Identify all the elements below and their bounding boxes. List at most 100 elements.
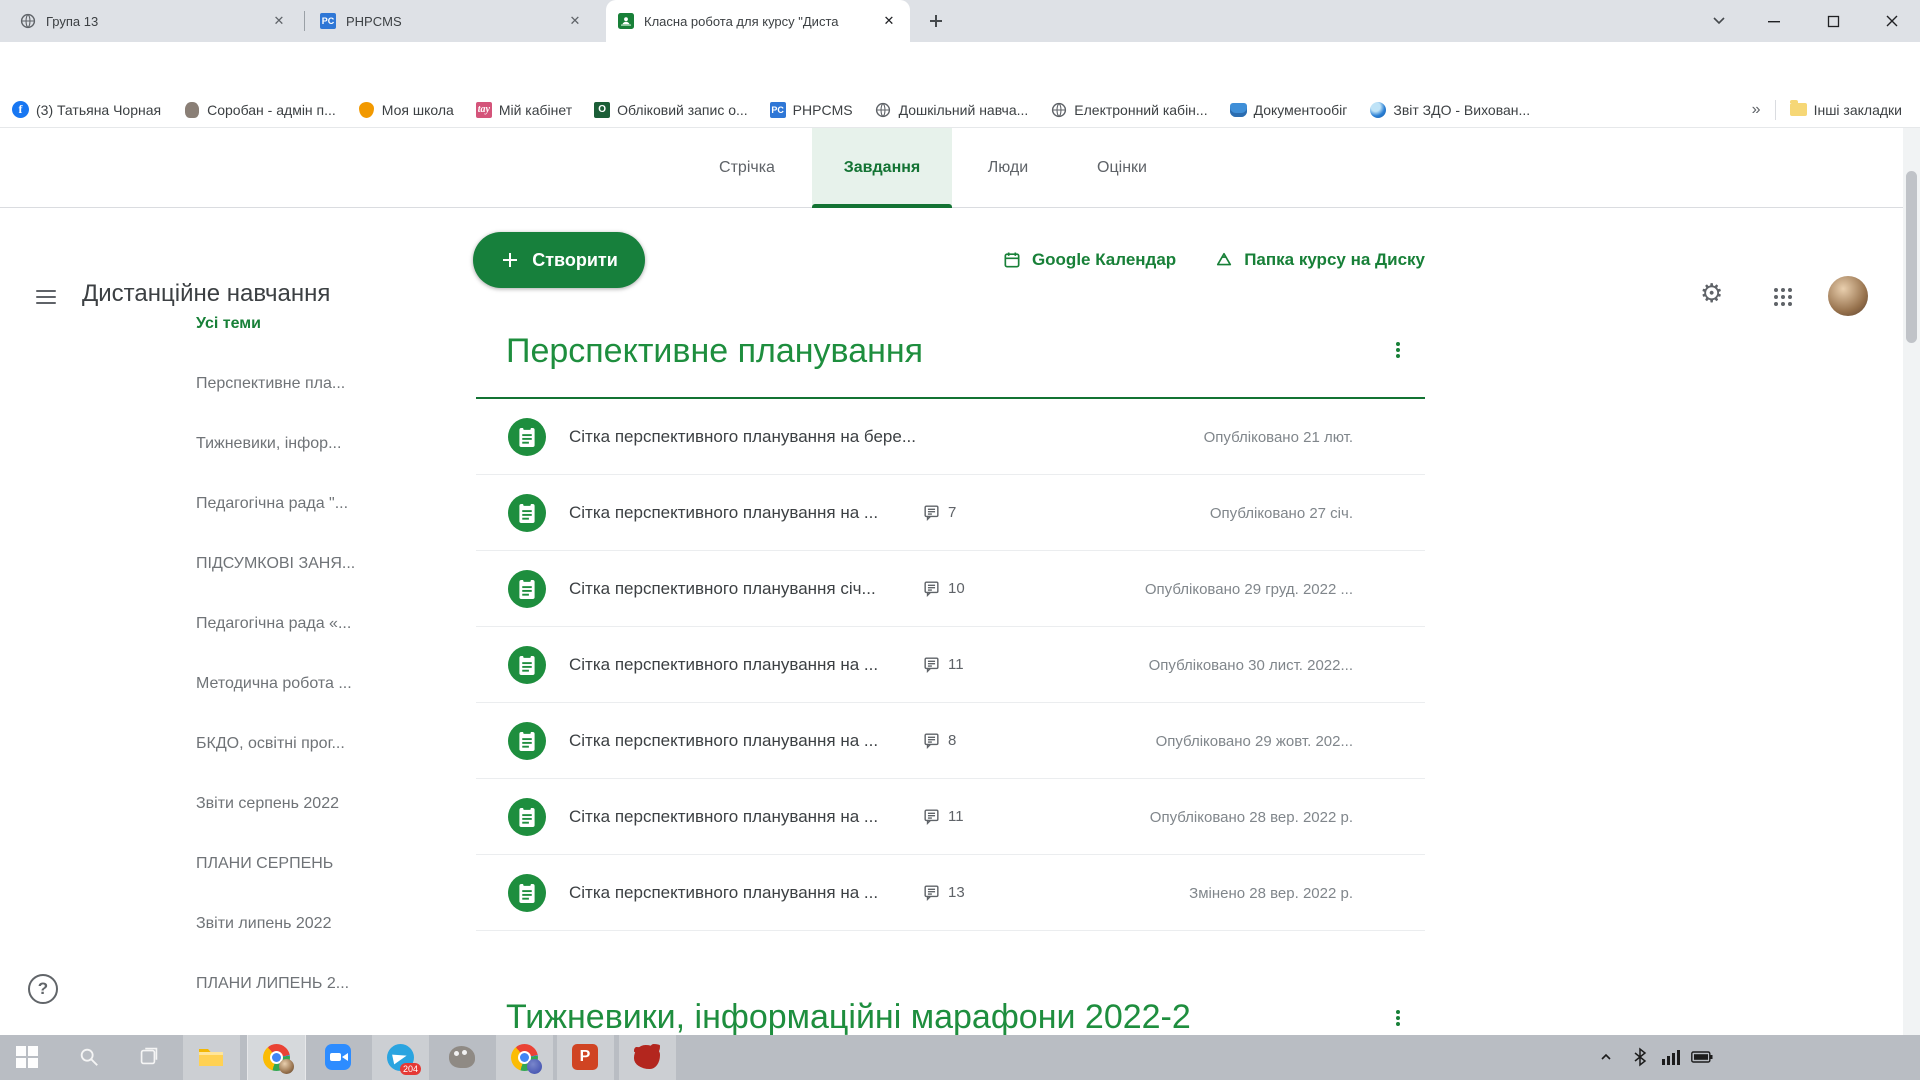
window-maximize-button[interactable]: [1810, 0, 1856, 42]
zoom-camera-icon: [325, 1044, 351, 1070]
sidebar-topic[interactable]: Педагогічна рада «...: [196, 615, 351, 639]
help-button[interactable]: ?: [28, 974, 58, 1004]
window-minimize-button[interactable]: [1751, 0, 1797, 42]
sidebar-topic[interactable]: ПЛАНИ СЕРПЕНЬ: [196, 855, 333, 879]
paint-splatter-icon: [634, 1045, 660, 1069]
bookmark-docflow[interactable]: Документообіг: [1230, 101, 1348, 118]
sidebar-topic[interactable]: Педагогічна рада "...: [196, 495, 348, 519]
account-avatar[interactable]: [1828, 276, 1868, 316]
tab-people[interactable]: Люди: [956, 128, 1060, 208]
assignment-row[interactable]: Сітка перспективного планування на ... 8…: [476, 703, 1425, 779]
classroom-favicon: [618, 13, 634, 29]
sidebar-topic[interactable]: Звіти серпень 2022: [196, 795, 339, 819]
profile-badge-icon: [527, 1059, 542, 1074]
start-button[interactable]: [13, 1043, 41, 1071]
bookmark-preschool[interactable]: Дошкільний навча...: [875, 101, 1029, 118]
page-scrollbar[interactable]: [1903, 128, 1920, 1035]
tab-close-icon[interactable]: ✕: [270, 12, 288, 30]
scrollbar-thumb[interactable]: [1906, 171, 1917, 343]
tab-classwork[interactable]: Завдання: [812, 128, 952, 208]
sidebar-topic[interactable]: ПЛАНИ ЛИПЕНЬ 2...: [196, 975, 349, 999]
tab-title: PHPCMS: [346, 14, 556, 29]
zoom-app-button[interactable]: [324, 1043, 352, 1071]
comments-icon: [922, 883, 941, 902]
comments-icon: [922, 655, 941, 674]
assignment-row[interactable]: Сітка перспективного планування січ... 1…: [476, 551, 1425, 627]
chrome-profile1-button[interactable]: [262, 1043, 290, 1071]
assignment-icon: [508, 722, 546, 760]
tab-grades[interactable]: Оцінки: [1064, 128, 1180, 208]
create-button[interactable]: Створити: [473, 232, 645, 288]
assignment-row[interactable]: Сітка перспективного планування на ... 1…: [476, 855, 1425, 931]
chrome-profile2-button[interactable]: [510, 1043, 538, 1071]
window-close-button[interactable]: [1869, 0, 1915, 42]
main-menu-button[interactable]: [36, 286, 56, 306]
battery-tray-button[interactable]: [1690, 1047, 1714, 1067]
browser-tab-active[interactable]: Класна робота для курсу "Диста ✕: [606, 0, 910, 42]
tray-expand-button[interactable]: [1596, 1047, 1616, 1067]
tab-search-button[interactable]: [1696, 0, 1742, 42]
tab-close-icon[interactable]: ✕: [880, 12, 898, 30]
file-explorer-icon: [197, 1045, 225, 1069]
battery-icon: [1691, 1051, 1713, 1063]
folder-icon: [1790, 101, 1807, 118]
assignments-list: Сітка перспективного планування на бере.…: [476, 399, 1425, 931]
taskbar-search-button[interactable]: [75, 1043, 103, 1071]
bookmark-zdo-report[interactable]: Звіт ЗДО - Вихован...: [1369, 101, 1530, 118]
task-view-button[interactable]: [134, 1043, 162, 1071]
new-tab-button[interactable]: [922, 7, 950, 35]
bookmark-account[interactable]: OОбліковий запис о...: [594, 102, 748, 118]
sidebar-topic[interactable]: Методична робота ...: [196, 675, 352, 699]
tab-stream[interactable]: Стрічка: [688, 128, 806, 208]
sidebar-item-all-topics[interactable]: Усі теми: [196, 315, 261, 339]
browser-tab-1[interactable]: Група 13 ✕: [8, 0, 300, 42]
sidebar-topic[interactable]: Перспективне пла...: [196, 375, 345, 399]
google-apps-grid-icon[interactable]: [1774, 288, 1778, 292]
bookmark-ecabinet[interactable]: Електронний кабін...: [1050, 101, 1207, 118]
file-explorer-button[interactable]: [197, 1043, 225, 1071]
sidebar-topic[interactable]: Звіти липень 2022: [196, 915, 331, 939]
bluetooth-tray-button[interactable]: [1629, 1045, 1651, 1069]
settings-gear-icon[interactable]: ⚙: [1700, 280, 1723, 306]
comments-icon: [922, 579, 941, 598]
assignment-row[interactable]: Сітка перспективного планування на бере.…: [476, 399, 1425, 475]
gimp-button[interactable]: [448, 1043, 476, 1071]
section-menu-icon[interactable]: [1386, 338, 1410, 362]
telegram-button[interactable]: 204: [386, 1043, 414, 1071]
bookmark-facebook[interactable]: f(3) Татьяна Чорная: [12, 101, 161, 118]
network-tray-button[interactable]: [1660, 1047, 1682, 1067]
profile-badge-avatar: [279, 1059, 294, 1074]
assignment-row[interactable]: Сітка перспективного планування на ... 1…: [476, 627, 1425, 703]
school-shield-icon: [358, 101, 375, 118]
sidebar-topic[interactable]: Тижневики, інфор...: [196, 435, 341, 459]
powerpoint-button[interactable]: P: [571, 1043, 599, 1071]
tab-title: Група 13: [46, 14, 260, 29]
assignment-row[interactable]: Сітка перспективного планування на ... 1…: [476, 779, 1425, 855]
bookmark-soroban[interactable]: Соробан - адмін п...: [183, 101, 336, 118]
google-calendar-link[interactable]: Google Календар: [1002, 250, 1176, 270]
search-icon: [78, 1046, 100, 1068]
assignment-icon: [508, 418, 546, 456]
bookmarks-overflow-chevron[interactable]: »: [1752, 101, 1761, 119]
other-bookmarks-folder[interactable]: Інші закладки: [1790, 101, 1902, 118]
bookmark-cabinet[interactable]: tayМій кабінет: [476, 102, 572, 118]
drive-folder-link[interactable]: Папка курсу на Диску: [1214, 250, 1425, 270]
drive-icon: [1214, 250, 1234, 270]
plus-icon: [928, 13, 944, 29]
assignment-icon: [508, 798, 546, 836]
sidebar-topic[interactable]: БКДО, освітні прог...: [196, 735, 345, 759]
globe-icon: [875, 101, 892, 118]
section-menu-icon[interactable]: [1386, 1006, 1410, 1030]
assignment-row[interactable]: Сітка перспективного планування на ... 7…: [476, 475, 1425, 551]
bookmark-phpcms[interactable]: PCPHPCMS: [770, 102, 853, 118]
browser-toolbar: classroom.google.com/w/NDMzNzUzMjgyMDRa/…: [0, 42, 1920, 92]
browser-tab-2[interactable]: PC PHPCMS ✕: [308, 0, 596, 42]
desktop-screen: Група 13 ✕ PC PHPCMS ✕ Класна робота для…: [0, 0, 1920, 1080]
tab-close-icon[interactable]: ✕: [566, 12, 584, 30]
windows-taskbar: 204 P УКР 19:46 25.02.2023 1: [0, 1035, 1920, 1080]
paint-app-button[interactable]: [633, 1043, 661, 1071]
sidebar-topic[interactable]: ПІДСУМКОВІ ЗАНЯ...: [196, 555, 355, 579]
assignment-icon: [508, 570, 546, 608]
tay-icon: tay: [476, 102, 492, 118]
bookmark-school[interactable]: Моя школа: [358, 101, 454, 118]
